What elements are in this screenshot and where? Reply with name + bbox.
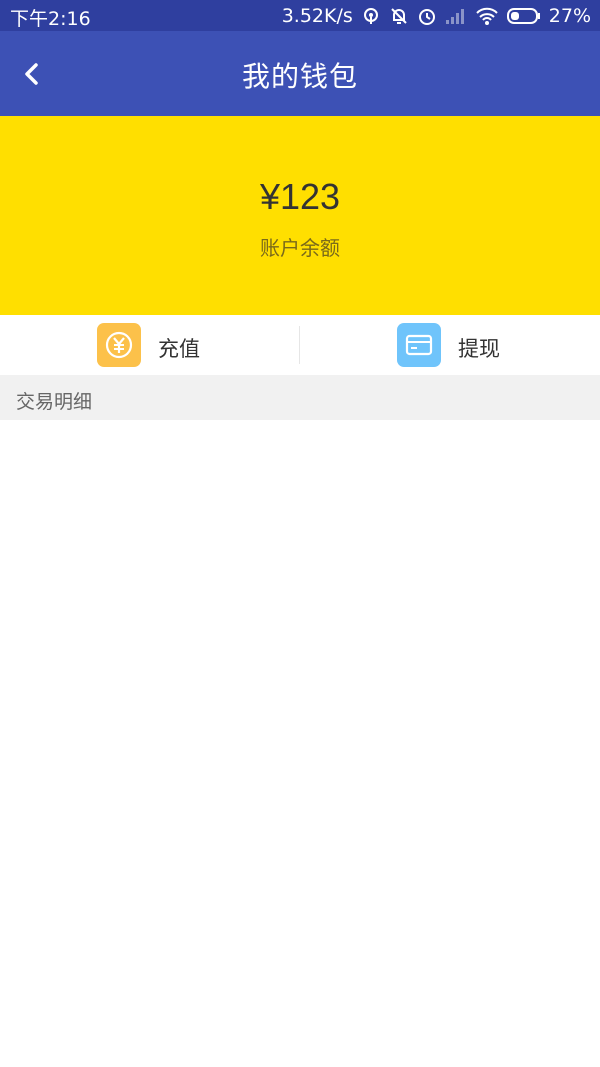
status-bar: 下午2:16 3.52K/s 27% bbox=[0, 0, 600, 31]
battery-icon bbox=[506, 8, 541, 24]
app-bar: 我的钱包 bbox=[0, 31, 600, 116]
hotspot-icon bbox=[361, 6, 381, 26]
transactions-list[interactable] bbox=[0, 420, 600, 1067]
signal-icon bbox=[445, 7, 467, 25]
recharge-label: 充值 bbox=[158, 337, 200, 361]
balance-label: 账户余额 bbox=[260, 236, 340, 260]
wifi-icon bbox=[475, 6, 499, 26]
page-title: 我的钱包 bbox=[241, 60, 358, 93]
balance-panel: ¥123 账户余额 bbox=[0, 116, 600, 315]
actions-divider bbox=[299, 326, 300, 364]
alarm-icon bbox=[417, 6, 437, 26]
transactions-header-label: 交易明细 bbox=[16, 391, 93, 413]
wallet-actions: 充值 提现 bbox=[0, 315, 600, 375]
withdraw-button[interactable]: 提现 bbox=[300, 315, 600, 375]
mute-bell-icon bbox=[389, 6, 409, 26]
network-speed: 3.52K/s bbox=[281, 5, 353, 27]
transactions-header: 交易明细 bbox=[0, 375, 600, 420]
balance-amount: ¥123 bbox=[259, 176, 341, 217]
recharge-icon-box bbox=[97, 323, 141, 367]
withdraw-label: 提现 bbox=[458, 337, 500, 361]
status-time: 下午2:16 bbox=[10, 8, 91, 30]
battery-percent: 27% bbox=[548, 5, 591, 27]
recharge-button[interactable]: 充值 bbox=[0, 315, 300, 375]
withdraw-icon-box bbox=[397, 323, 441, 367]
status-indicators: 3.52K/s 27% bbox=[282, 4, 591, 28]
